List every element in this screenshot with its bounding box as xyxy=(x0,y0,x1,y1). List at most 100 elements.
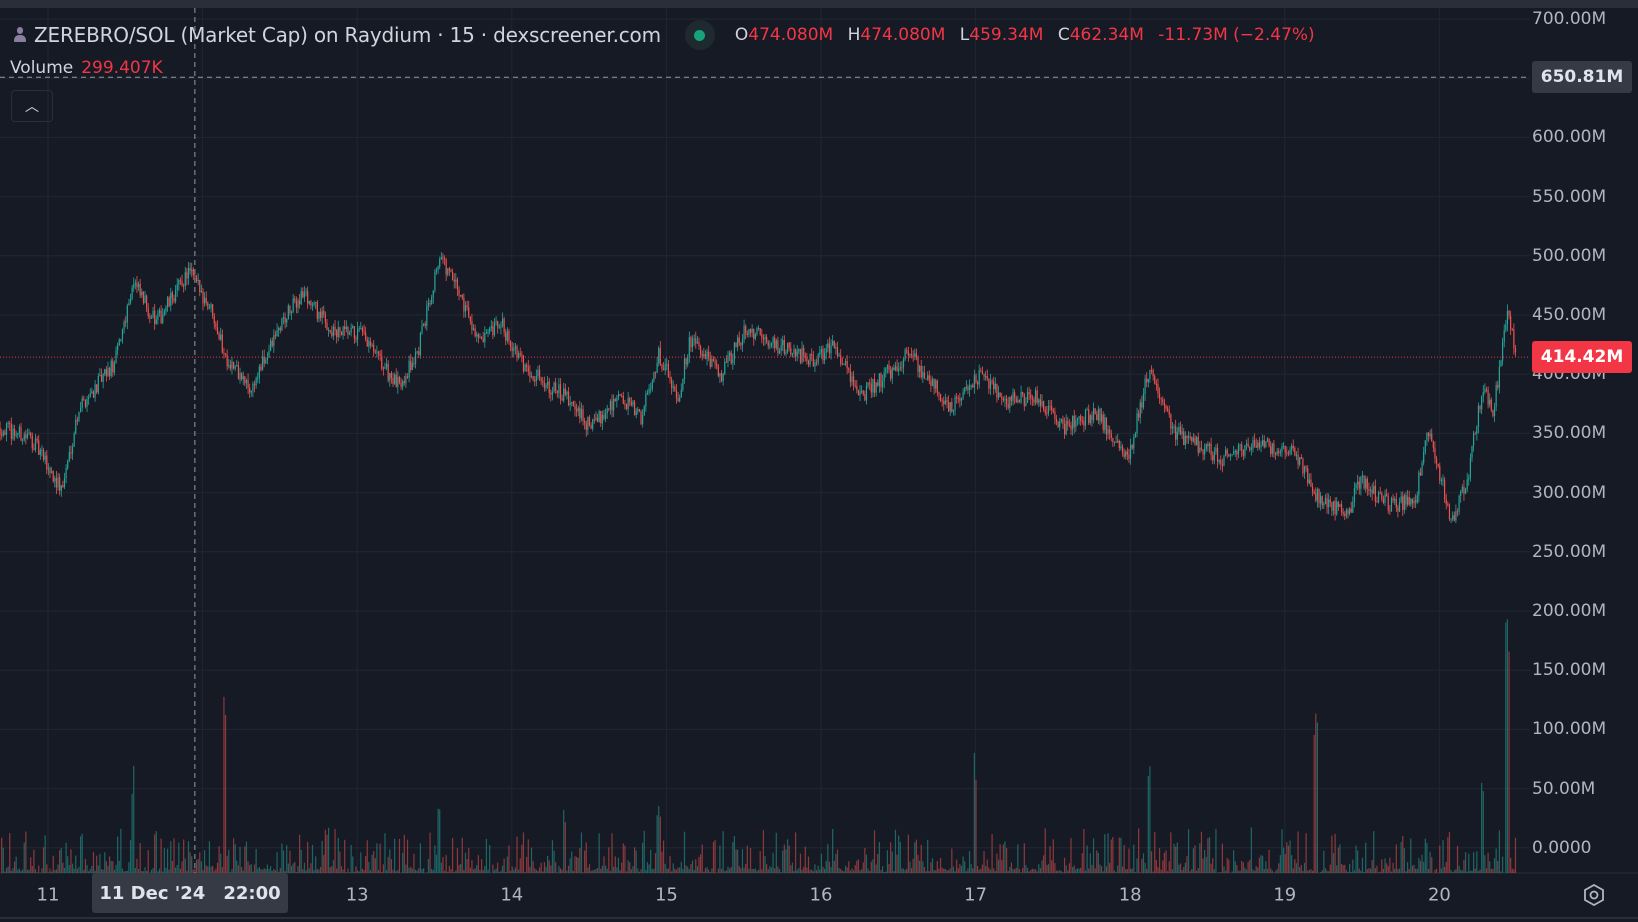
volume-bar xyxy=(453,872,455,873)
candle-body xyxy=(630,402,632,406)
candle-body xyxy=(1315,493,1317,501)
candle-body xyxy=(247,380,249,389)
candle-body xyxy=(609,400,612,410)
volume-bar xyxy=(619,870,621,873)
candle-body xyxy=(1139,402,1141,418)
volume-bar xyxy=(1466,871,1468,873)
volume-bar xyxy=(1326,870,1328,873)
volume-bar xyxy=(714,840,716,873)
volume-bar xyxy=(875,864,877,873)
volume-bar xyxy=(1154,832,1156,873)
candle-body xyxy=(290,311,293,314)
candle-body xyxy=(967,386,969,390)
volume-bar xyxy=(988,867,990,873)
candle-body xyxy=(1506,310,1509,325)
candle-body xyxy=(1001,396,1003,400)
volume-bar xyxy=(616,867,618,873)
candle-body xyxy=(334,326,336,331)
volume-bar xyxy=(44,835,46,873)
volume-bar xyxy=(427,859,430,873)
volume-bar xyxy=(933,870,935,873)
volume-bar xyxy=(799,853,802,873)
price-tick-label: 600.00M xyxy=(1532,127,1607,148)
volume-bar xyxy=(1411,865,1414,873)
candle-body xyxy=(2,431,4,436)
volume-bar xyxy=(458,864,460,873)
candle-body xyxy=(281,318,283,331)
candle-body xyxy=(144,295,146,303)
volume-bar xyxy=(662,840,665,873)
volume-bar xyxy=(1081,853,1083,873)
candle-body xyxy=(1047,405,1050,414)
volume-bar xyxy=(1171,869,1174,873)
candle-body xyxy=(1221,463,1223,466)
volume-bar xyxy=(1208,837,1211,873)
volume-bar xyxy=(970,863,972,873)
volume-bar xyxy=(1072,867,1074,873)
candle-body xyxy=(1239,444,1241,446)
candle-body xyxy=(854,385,856,387)
volume-bar xyxy=(1236,865,1238,873)
candle-body xyxy=(1263,439,1265,448)
volume-bar xyxy=(1094,868,1096,873)
volume-bar xyxy=(669,856,671,873)
volume-bar xyxy=(1186,856,1188,873)
volume-bar xyxy=(687,866,689,873)
volume-bar xyxy=(418,868,420,873)
candle-body xyxy=(1257,442,1259,448)
volume-bar xyxy=(690,863,692,873)
volume-bar xyxy=(1392,862,1394,873)
candle-body xyxy=(1445,498,1447,505)
candle-body xyxy=(232,361,235,369)
settings-gear-icon[interactable] xyxy=(1583,884,1605,906)
candle-body xyxy=(772,337,774,343)
candle-body xyxy=(548,381,550,393)
volume-bar xyxy=(754,868,756,873)
volume-bar xyxy=(917,854,919,873)
volume-bar xyxy=(466,859,468,873)
candle-body xyxy=(1026,392,1029,403)
candle-body xyxy=(339,327,341,332)
volume-bar xyxy=(698,856,700,873)
volume-bar xyxy=(1196,870,1198,873)
volume-bar xyxy=(1017,844,1019,873)
candle-body xyxy=(1186,435,1188,439)
candle-body xyxy=(439,259,441,267)
collapse-legend-button[interactable]: ︿ xyxy=(11,90,53,122)
volume-bar xyxy=(843,871,845,873)
volume-bar xyxy=(36,872,38,873)
candle-body xyxy=(1260,445,1262,448)
candle-body xyxy=(392,378,394,384)
volume-bar xyxy=(382,864,384,873)
volume-bar xyxy=(1482,791,1484,873)
candle-body xyxy=(754,334,756,339)
candle-body xyxy=(627,398,629,410)
time-tick-label: 17 xyxy=(964,884,988,906)
volume-bar xyxy=(1051,860,1053,873)
candle-body xyxy=(274,335,277,337)
candle-body xyxy=(131,287,133,299)
candle-body xyxy=(120,339,122,341)
volume-bar xyxy=(1102,871,1104,873)
candle-body xyxy=(1205,444,1207,449)
candle-body xyxy=(183,285,185,287)
volume-bar xyxy=(1028,871,1030,873)
candle-body xyxy=(229,365,231,369)
volume-bar xyxy=(643,830,645,873)
candle-body xyxy=(498,327,500,329)
volume-bar xyxy=(706,867,708,873)
volume-bar xyxy=(403,834,405,873)
candle-body xyxy=(951,402,953,412)
volume-bar xyxy=(919,860,921,873)
candle-body xyxy=(1197,437,1199,453)
volume-bar xyxy=(994,870,996,873)
candle-body xyxy=(801,347,803,363)
volume-bar xyxy=(658,806,660,873)
candlestick-chart[interactable] xyxy=(0,0,1638,922)
volume-bar xyxy=(431,868,433,873)
volume-bar xyxy=(948,870,950,873)
volume-bar xyxy=(166,848,169,873)
candle-body xyxy=(927,375,929,380)
candle-body xyxy=(976,382,979,385)
candle-body xyxy=(519,353,521,355)
